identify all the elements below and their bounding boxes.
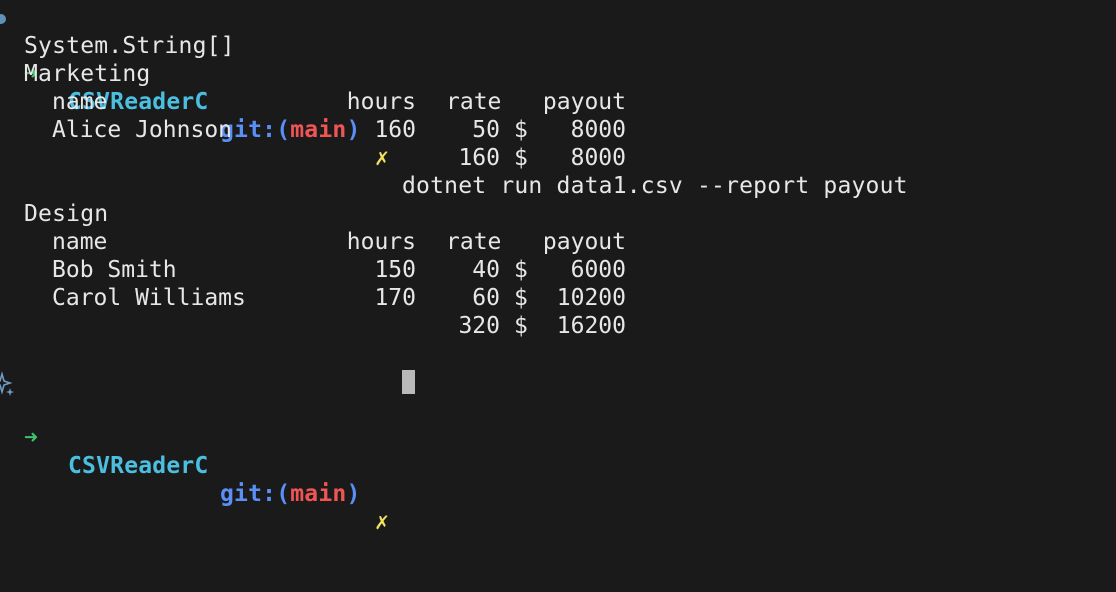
row-payout: 8000 [570, 117, 626, 143]
row-name: Bob Smith [52, 257, 177, 283]
git-suffix: ) [346, 481, 361, 507]
table-total-row: 160 $ 8000 [0, 144, 700, 172]
prompt-directory: CSVReaderC [68, 453, 209, 479]
git-dirty-mark: ✗ [375, 509, 390, 535]
header-hours: hours [346, 89, 416, 115]
table-row: Carol Williams 170 60 $ 10200 [0, 284, 700, 312]
header-payout: payout [542, 229, 626, 255]
group-title: Design [24, 201, 109, 227]
row-name: Carol Williams [52, 285, 246, 311]
table-header-row: name hours rate payout [0, 88, 700, 116]
header-name: name [52, 229, 108, 255]
header-hours: hours [346, 229, 416, 255]
row-hours: 160 [374, 117, 416, 143]
row-hours: 170 [374, 285, 416, 311]
row-name: Alice Johnson [52, 117, 233, 143]
git-branch: main [290, 481, 347, 507]
text-cursor[interactable] [402, 370, 415, 394]
row-rate: 40 [472, 257, 500, 283]
row-dollar-sign: $ [514, 117, 528, 143]
table-total-row: 320 $ 16200 [0, 312, 700, 340]
git-prefix: git:( [220, 481, 291, 507]
header-name: name [52, 89, 108, 115]
row-hours: 150 [374, 257, 416, 283]
prompt-arrow: ➜ [24, 425, 39, 451]
entered-command: dotnet run data1.csv --report payout [402, 173, 908, 199]
total-payout: 16200 [556, 313, 626, 339]
total-hours: 320 [458, 313, 500, 339]
group-title: Marketing [24, 61, 151, 87]
status-dot-icon [0, 14, 6, 24]
header-rate: rate [446, 89, 502, 115]
row-dollar-sign: $ [514, 257, 528, 283]
header-rate: rate [446, 229, 502, 255]
row-rate: 50 [472, 117, 500, 143]
row-dollar-sign: $ [514, 285, 528, 311]
terminal-window[interactable]: ➜ CSVReaderC git:(main) ✗ dotnet run dat… [0, 0, 1116, 535]
row-payout: 6000 [570, 257, 626, 283]
active-prompt-line[interactable]: ➜ CSVReaderC git:(main) ✗ [0, 368, 1116, 535]
total-payout: 8000 [570, 145, 626, 171]
table-header-row: name hours rate payout [0, 228, 700, 256]
total-dollar-sign: $ [514, 145, 528, 171]
prompt-git-status: git:(main) [220, 480, 361, 508]
row-rate: 60 [472, 285, 500, 311]
table-row: Alice Johnson 160 50 $ 8000 [0, 116, 700, 144]
total-dollar-sign: $ [514, 313, 528, 339]
command-prompt-line: ➜ CSVReaderC git:(main) ✗ dotnet run dat… [0, 4, 1116, 199]
sparkle-icon [0, 371, 14, 396]
table-row: Bob Smith 150 40 $ 6000 [0, 256, 700, 284]
row-payout: 10200 [556, 285, 626, 311]
header-payout: payout [542, 89, 626, 115]
type-output-line: System.String[] [24, 33, 235, 59]
total-hours: 160 [458, 145, 500, 171]
